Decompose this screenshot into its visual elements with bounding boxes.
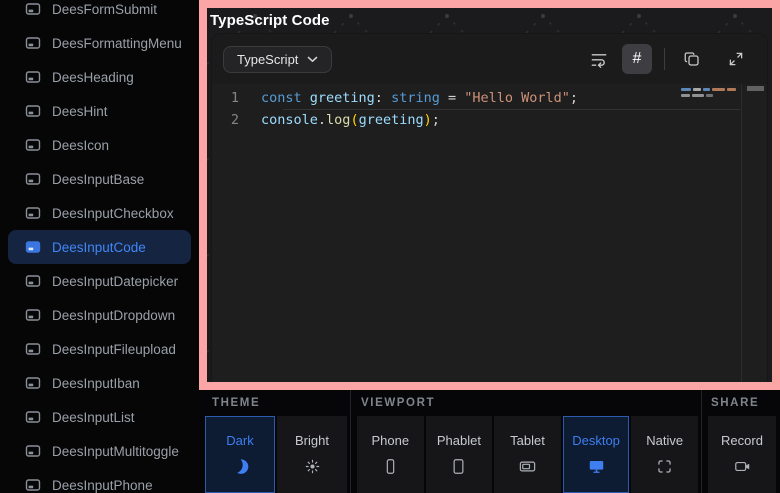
toolbar-divider bbox=[664, 48, 665, 70]
share-section-title: SHARE bbox=[702, 390, 779, 416]
component-icon bbox=[25, 443, 41, 459]
line-number: 1 bbox=[212, 87, 261, 109]
sidebar-item-label: DeesInputMultitoggle bbox=[52, 444, 179, 459]
sidebar-item-label: DeesInputPhone bbox=[52, 478, 153, 493]
sidebar-item-dees-input-datepicker[interactable]: DeesInputDatepicker bbox=[8, 264, 191, 298]
fullscreen-button[interactable] bbox=[721, 44, 751, 74]
sidebar-item-dees-heading[interactable]: DeesHeading bbox=[8, 60, 191, 94]
sidebar-item-label: DeesHeading bbox=[52, 70, 134, 85]
component-icon bbox=[25, 239, 41, 255]
code-editor-content[interactable]: 1const greeting: string = "Hello World";… bbox=[212, 84, 767, 382]
sidebar-item-dees-input-dropdown[interactable]: DeesInputDropdown bbox=[8, 298, 191, 332]
demo-title: TypeScript Code bbox=[210, 12, 330, 29]
component-list: DeesFormSubmit DeesFormattingMenu DeesHe… bbox=[0, 0, 199, 493]
theme-dark-button[interactable]: Dark bbox=[205, 416, 275, 493]
sidebar-item-dees-input-iban[interactable]: DeesInputIban bbox=[8, 366, 191, 400]
sidebar-item-label: DeesInputCode bbox=[52, 240, 146, 255]
viewport-desktop-button[interactable]: Desktop bbox=[563, 416, 630, 493]
sidebar-item-dees-icon[interactable]: DeesIcon bbox=[8, 128, 191, 162]
copy-icon bbox=[683, 50, 701, 68]
sidebar-item-label: DeesInputDropdown bbox=[52, 308, 175, 323]
word-wrap-toggle-button[interactable] bbox=[584, 44, 614, 74]
viewport-phablet-button[interactable]: Phablet bbox=[426, 416, 493, 493]
expand-icon bbox=[727, 50, 745, 68]
viewport-section: VIEWPORT Phone Phablet Tablet Desktop bbox=[350, 390, 701, 493]
copy-code-button[interactable] bbox=[677, 44, 707, 74]
sidebar-item-dees-input-code[interactable]: DeesInputCode bbox=[8, 230, 191, 264]
sidebar-item-label: DeesHint bbox=[52, 104, 108, 119]
sidebar-item-dees-input-multitoggle[interactable]: DeesInputMultitoggle bbox=[8, 434, 191, 468]
viewport-tablet-button[interactable]: Tablet bbox=[494, 416, 561, 493]
hash-icon: # bbox=[633, 50, 642, 68]
chevron-down-icon bbox=[307, 56, 318, 63]
moon-icon bbox=[231, 457, 250, 476]
app-window: DeesFormSubmit DeesFormattingMenu DeesHe… bbox=[0, 0, 780, 493]
component-icon bbox=[25, 103, 41, 119]
viewport-section-title: VIEWPORT bbox=[351, 390, 701, 416]
component-icon bbox=[25, 1, 41, 17]
native-icon bbox=[655, 457, 674, 476]
component-sidebar: DeesFormSubmit DeesFormattingMenu DeesHe… bbox=[0, 0, 199, 493]
component-icon bbox=[25, 307, 41, 323]
component-icon bbox=[25, 409, 41, 425]
line-number: 2 bbox=[212, 109, 261, 131]
code-line-2: 2console.log(greeting); bbox=[212, 109, 767, 131]
sidebar-item-label: DeesInputIban bbox=[52, 376, 140, 391]
theme-section: THEME Dark Bright bbox=[199, 390, 350, 493]
component-icon bbox=[25, 171, 41, 187]
component-icon bbox=[25, 137, 41, 153]
sidebar-item-dees-formatting-menu[interactable]: DeesFormattingMenu bbox=[8, 26, 191, 60]
sidebar-item-dees-hint[interactable]: DeesHint bbox=[8, 94, 191, 128]
share-record-button[interactable]: Record bbox=[708, 416, 776, 493]
sidebar-item-label: DeesFormattingMenu bbox=[52, 36, 182, 51]
word-wrap-icon bbox=[589, 49, 609, 69]
record-icon bbox=[733, 457, 752, 476]
tablet-icon bbox=[518, 457, 537, 476]
demo-stage: TypeScript Code TypeScript # bbox=[207, 8, 772, 382]
sidebar-item-dees-form-submit[interactable]: DeesFormSubmit bbox=[8, 0, 191, 26]
sidebar-item-label: DeesIcon bbox=[52, 138, 109, 153]
component-icon bbox=[25, 69, 41, 85]
theme-section-title: THEME bbox=[199, 390, 350, 416]
component-icon bbox=[25, 375, 41, 391]
sidebar-item-dees-input-checkbox[interactable]: DeesInputCheckbox bbox=[8, 196, 191, 230]
sidebar-item-label: DeesInputBase bbox=[52, 172, 144, 187]
sidebar-item-label: DeesInputDatepicker bbox=[52, 274, 178, 289]
viewport-native-button[interactable]: Native bbox=[631, 416, 698, 493]
viewport-phone-button[interactable]: Phone bbox=[357, 416, 424, 493]
sidebar-item-label: DeesFormSubmit bbox=[52, 2, 157, 17]
sidebar-item-dees-input-base[interactable]: DeesInputBase bbox=[8, 162, 191, 196]
code-editor-widget: TypeScript # bbox=[212, 34, 767, 382]
component-icon bbox=[25, 273, 41, 289]
theme-bright-button[interactable]: Bright bbox=[277, 416, 347, 493]
minimap bbox=[681, 88, 737, 100]
phablet-icon bbox=[449, 457, 468, 476]
line-numbers-toggle-button[interactable]: # bbox=[622, 44, 652, 74]
sun-icon bbox=[303, 457, 322, 476]
share-section: SHARE Record bbox=[701, 390, 779, 493]
properties-bottom-bar: THEME Dark Bright VIEWPORT Phone bbox=[199, 390, 780, 493]
sidebar-item-label: DeesInputList bbox=[52, 410, 135, 425]
sidebar-item-dees-input-fileupload[interactable]: DeesInputFileupload bbox=[8, 332, 191, 366]
sidebar-item-label: DeesInputCheckbox bbox=[52, 206, 174, 221]
sidebar-item-dees-input-phone[interactable]: DeesInputPhone bbox=[8, 468, 191, 493]
desktop-icon bbox=[587, 457, 606, 476]
editor-scrollbar-thumb[interactable] bbox=[747, 86, 764, 91]
preview-frame: TypeScript Code TypeScript # bbox=[199, 0, 780, 390]
component-icon bbox=[25, 205, 41, 221]
sidebar-item-dees-input-list[interactable]: DeesInputList bbox=[8, 400, 191, 434]
language-select-label: TypeScript bbox=[237, 52, 298, 67]
component-icon bbox=[25, 341, 41, 357]
editor-toolbar: TypeScript # bbox=[212, 34, 767, 84]
component-icon bbox=[25, 477, 41, 493]
sidebar-item-label: DeesInputFileupload bbox=[52, 342, 176, 357]
component-icon bbox=[25, 35, 41, 51]
phone-icon bbox=[381, 457, 400, 476]
language-select[interactable]: TypeScript bbox=[223, 46, 332, 73]
minimap-divider bbox=[741, 84, 742, 382]
